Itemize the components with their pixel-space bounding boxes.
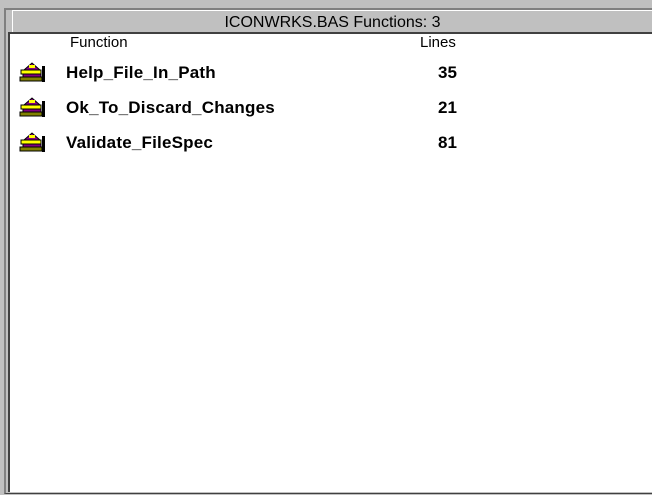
functions-window: ICONWRKS.BAS Functions: 3 Function Lines… — [0, 0, 652, 495]
list-rows: Help_File_In_Path 35 Ok_To_Discard_Chang… — [10, 58, 652, 163]
function-name: Help_File_In_Path — [66, 63, 216, 82]
list-item[interactable]: Help_File_In_Path 35 — [10, 58, 650, 93]
line-count: 21 — [438, 98, 457, 117]
function-icon — [19, 132, 45, 152]
list-header: Function Lines — [10, 34, 652, 54]
function-icon — [19, 62, 45, 82]
line-count: 81 — [438, 133, 457, 152]
list-item[interactable]: Ok_To_Discard_Changes 21 — [10, 93, 650, 128]
functions-list[interactable]: Function Lines Help_File_In_Path 35 Ok_T… — [8, 32, 652, 492]
column-header-function[interactable]: Function — [70, 34, 400, 54]
line-count: 35 — [438, 63, 457, 82]
column-header-lines[interactable]: Lines — [420, 34, 540, 54]
list-item[interactable]: Validate_FileSpec 81 — [10, 128, 650, 163]
function-name: Ok_To_Discard_Changes — [66, 98, 275, 117]
function-name: Validate_FileSpec — [66, 133, 214, 152]
function-icon — [19, 97, 45, 117]
